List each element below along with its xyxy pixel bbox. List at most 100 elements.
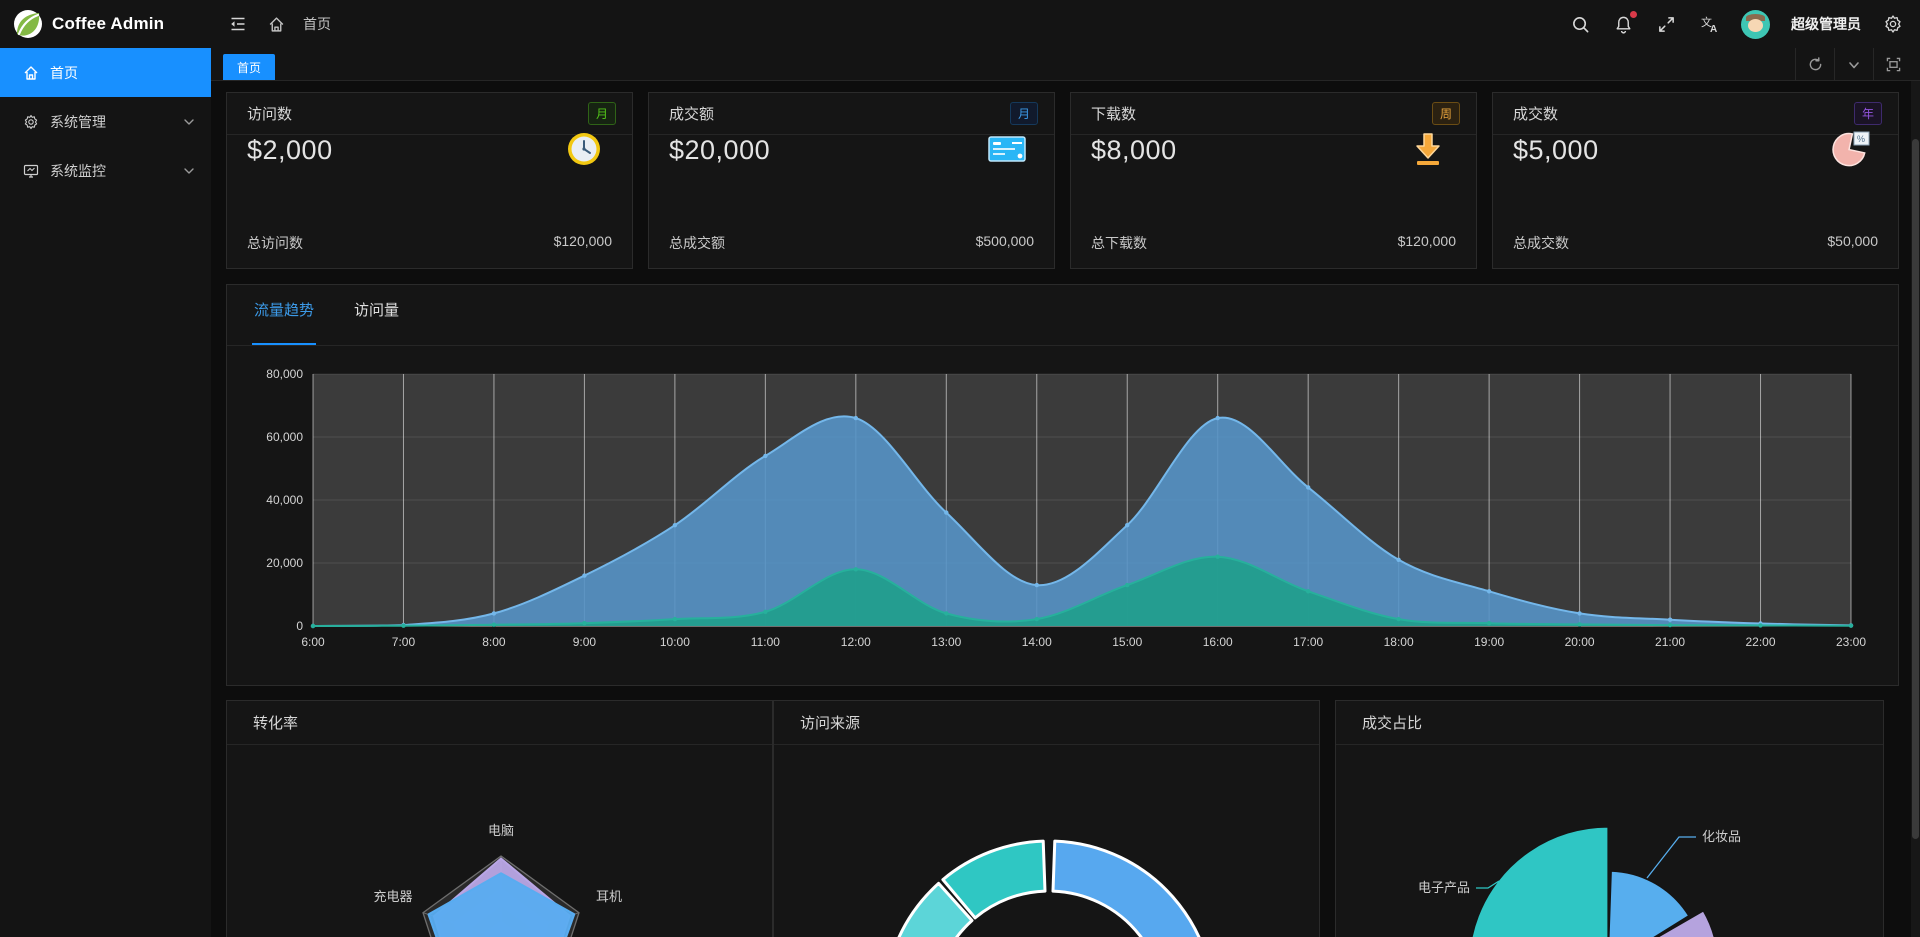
card-title: 成交数 [1513, 103, 1558, 124]
stat-footer-value: $120,000 [1398, 233, 1456, 253]
chevron-down-icon [183, 116, 195, 128]
svg-text:20:00: 20:00 [1565, 635, 1595, 649]
stat-card-transactions: 成交额 月 $20,000 总成交额 $500,000 [648, 92, 1055, 269]
svg-text:22:00: 22:00 [1746, 635, 1776, 649]
sidebar-item-home[interactable]: 首页 [0, 48, 211, 97]
stat-card-visits: 访问数 月 $2,000 总访问数 $120,000 [226, 92, 633, 269]
chevron-down-icon[interactable] [1834, 48, 1873, 81]
svg-text:%: % [1857, 134, 1865, 144]
notification-dot [1630, 11, 1637, 18]
svg-text:19:00: 19:00 [1474, 635, 1504, 649]
stat-footer-label: 总下载数 [1091, 233, 1147, 253]
svg-text:16:00: 16:00 [1203, 635, 1233, 649]
tab-visit-volume[interactable]: 访问量 [354, 299, 399, 345]
svg-text:15:00: 15:00 [1112, 635, 1142, 649]
card-title: 成交额 [669, 103, 714, 124]
bell-icon[interactable] [1612, 13, 1634, 35]
svg-text:12:00: 12:00 [841, 635, 871, 649]
panel-title: 转化率 [227, 701, 772, 745]
stat-card-downloads: 下载数 周 $8,000 总下载数 $120,000 [1070, 92, 1477, 269]
card-title: 访问数 [247, 103, 292, 124]
svg-text:20,000: 20,000 [266, 556, 303, 570]
pie-chart[interactable]: 电子产品化妆品 [1336, 745, 1883, 937]
chevron-down-icon [183, 165, 195, 177]
svg-text:11:00: 11:00 [751, 635, 780, 649]
user-name[interactable]: 超级管理员 [1791, 14, 1861, 34]
svg-text:7:00: 7:00 [392, 635, 416, 649]
breadcrumb-home-icon[interactable] [265, 13, 287, 35]
svg-text:电脑: 电脑 [488, 823, 514, 838]
sidebar-item-system-monitor[interactable]: 系统监控 [0, 146, 211, 195]
leaf-logo-icon [13, 9, 43, 39]
donut-chart[interactable] [774, 745, 1319, 937]
page-tabstrip: 首页 [211, 48, 1920, 81]
conversion-rate-panel: 转化率 电脑充电器 耳机 [226, 700, 773, 937]
menu-fold-icon[interactable] [227, 13, 249, 35]
svg-text:17:00: 17:00 [1293, 635, 1323, 649]
svg-text:60,000: 60,000 [266, 430, 303, 444]
tab-home[interactable]: 首页 [223, 54, 275, 80]
monitor-icon [23, 163, 39, 179]
pie-chart-icon: % [1830, 129, 1870, 169]
app-title: Coffee Admin [52, 14, 164, 34]
stat-footer-value: $120,000 [554, 233, 612, 253]
refresh-icon[interactable] [1795, 48, 1834, 81]
sidebar-item-label: 系统管理 [50, 112, 183, 132]
sidebar: Coffee Admin 首页 系统管理 系统监控 [0, 0, 211, 937]
stat-footer-value: $50,000 [1827, 233, 1878, 253]
svg-text:21:00: 21:00 [1655, 635, 1685, 649]
area-chart[interactable]: 020,00040,00060,00080,0006:007:008:009:0… [227, 347, 1900, 659]
period-badge: 年 [1854, 102, 1882, 125]
svg-text:充电器: 充电器 [373, 889, 412, 904]
tab-traffic-trend[interactable]: 流量趋势 [254, 299, 314, 345]
svg-text:0: 0 [296, 619, 303, 633]
svg-text:13:00: 13:00 [931, 635, 961, 649]
stat-footer-label: 总成交数 [1513, 233, 1569, 253]
app-logo[interactable]: Coffee Admin [0, 0, 211, 48]
period-badge: 月 [588, 102, 616, 125]
stat-value: $8,000 [1091, 135, 1177, 166]
stat-card-deals: 成交数 年 $5,000 % 总成交数 $50,000 [1492, 92, 1899, 269]
card-title: 下载数 [1091, 103, 1136, 124]
stat-value: $20,000 [669, 135, 770, 166]
home-icon [23, 65, 39, 81]
svg-text:6:00: 6:00 [301, 635, 325, 649]
stat-footer-label: 总成交额 [669, 233, 725, 253]
search-icon[interactable] [1569, 13, 1591, 35]
panel-title: 成交占比 [1336, 701, 1883, 745]
stat-footer-label: 总访问数 [247, 233, 303, 253]
clock-icon [564, 129, 604, 169]
credit-card-icon [986, 129, 1026, 169]
svg-text:18:00: 18:00 [1384, 635, 1414, 649]
svg-text:14:00: 14:00 [1022, 635, 1052, 649]
download-icon [1408, 129, 1448, 169]
sidebar-item-label: 系统监控 [50, 161, 183, 181]
deal-share-panel: 成交占比 电子产品化妆品 [1335, 700, 1884, 937]
sidebar-item-label: 首页 [50, 63, 195, 83]
scrollbar-thumb[interactable] [1912, 139, 1919, 839]
user-avatar[interactable] [1741, 10, 1770, 39]
period-badge: 月 [1010, 102, 1038, 125]
settings-gear-icon[interactable] [1882, 13, 1904, 35]
translate-icon[interactable]: 文A [1698, 13, 1720, 35]
traffic-trend-panel: 流量趋势 访问量 0 20,000 40,000 60,000 80,000 6:00 7:… [226, 284, 1899, 686]
page-scrollbar[interactable] [1911, 81, 1920, 937]
radar-chart[interactable]: 电脑充电器 耳机 [227, 745, 772, 937]
svg-text:80,000: 80,000 [266, 367, 303, 381]
svg-text:A: A [1710, 24, 1717, 34]
sidebar-item-system-admin[interactable]: 系统管理 [0, 97, 211, 146]
svg-text:耳机: 耳机 [596, 889, 622, 904]
visit-source-panel: 访问来源 [773, 700, 1320, 937]
gear-icon [23, 114, 39, 130]
stat-footer-value: $500,000 [976, 233, 1034, 253]
stat-value: $5,000 [1513, 135, 1599, 166]
period-badge: 周 [1432, 102, 1460, 125]
svg-text:40,000: 40,000 [266, 493, 303, 507]
maximize-icon[interactable] [1873, 48, 1912, 81]
svg-text:10:00: 10:00 [660, 635, 690, 649]
breadcrumb[interactable]: 首页 [303, 14, 331, 34]
svg-text:9:00: 9:00 [573, 635, 597, 649]
fullscreen-icon[interactable] [1655, 13, 1677, 35]
topbar: 首页 文A 超级管理员 [211, 0, 1920, 48]
main-content: 访问数 月 $2,000 总访问数 $120,000 成交额 月 $20,000 [211, 81, 1920, 937]
